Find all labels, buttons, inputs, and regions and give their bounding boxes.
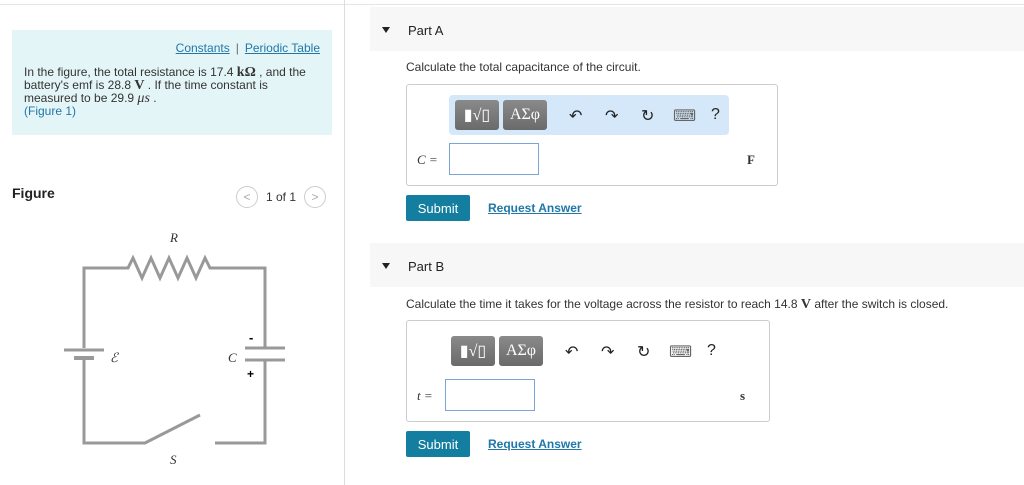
math-toolbar: ▮√▯ ΑΣφ ↶ ↷ ↻ ⌨ ? [449, 331, 729, 371]
text: after the switch is closed. [811, 297, 949, 311]
part-b-answer-box: ▮√▯ ΑΣφ ↶ ↷ ↻ ⌨ ? t = s [406, 320, 770, 422]
top-wire [82, 254, 267, 348]
part-b-submit-button[interactable]: Submit [406, 431, 470, 457]
templates-button[interactable]: ▮√▯ [455, 100, 499, 130]
reset-icon[interactable]: ↻ [641, 106, 654, 126]
problem-text: In the figure, the total resistance is 1… [24, 66, 324, 118]
resource-links: Constants | Periodic Table [176, 41, 320, 55]
redo-icon[interactable]: ↷ [601, 342, 614, 362]
greek-button[interactable]: ΑΣφ [503, 100, 547, 130]
reset-icon[interactable]: ↻ [637, 342, 650, 362]
capacitor-label: C [228, 350, 237, 365]
figure-link[interactable]: (Figure 1) [24, 104, 76, 118]
part-b-question: Calculate the time it takes for the volt… [406, 297, 948, 313]
undo-icon[interactable]: ↶ [565, 342, 578, 362]
part-a-submit-button[interactable]: Submit [406, 195, 470, 221]
undo-icon[interactable]: ↶ [569, 106, 582, 126]
left-panel: Constants | Periodic Table In the figure, … [0, 0, 345, 485]
figure-title: Figure [12, 185, 55, 201]
help-icon[interactable]: ? [707, 342, 716, 360]
emf-label: ℰ [110, 350, 119, 365]
separator: | [235, 41, 239, 55]
redo-icon[interactable]: ↷ [605, 106, 618, 126]
plus-sign: + [247, 367, 254, 381]
unit-label: F [747, 152, 755, 167]
greek-button[interactable]: ΑΣφ [499, 336, 543, 366]
part-a-answer-box: ▮√▯ ΑΣφ ↶ ↷ ↻ ⌨ ? C = F [406, 84, 778, 186]
collapse-icon [382, 27, 390, 33]
help-icon[interactable]: ? [711, 106, 720, 124]
part-b-request-answer-link[interactable]: Request Answer [488, 437, 582, 451]
unit-label: s [740, 388, 746, 403]
unit: V [800, 297, 811, 312]
switch-label: S [170, 452, 177, 467]
part-a-request-answer-link[interactable]: Request Answer [488, 201, 582, 215]
next-figure-button[interactable]: > [304, 186, 327, 208]
part-title: Part A [408, 23, 444, 38]
right-wire-bottom [215, 360, 267, 445]
minus-sign: - [249, 330, 253, 345]
problem-statement: Constants | Periodic Table In the figure, … [12, 30, 332, 135]
unit: μs [137, 91, 150, 106]
figure-pager: < 1 of 1 > [236, 186, 327, 208]
part-a-header[interactable]: Part A [370, 7, 1024, 51]
math-toolbar: ▮√▯ ΑΣφ ↶ ↷ ↻ ⌨ ? [449, 95, 729, 135]
constants-link[interactable]: Constants [176, 41, 230, 55]
part-a-question: Calculate the total capacitance of the c… [406, 60, 641, 74]
variable-label: t = [417, 388, 433, 403]
keyboard-icon[interactable]: ⌨ [669, 342, 692, 362]
variable-label: C = [417, 152, 438, 167]
keyboard-icon[interactable]: ⌨ [673, 106, 696, 126]
text: . [149, 91, 157, 105]
collapse-icon [382, 263, 390, 269]
part-title: Part B [408, 259, 445, 274]
prev-figure-button[interactable]: < [236, 186, 258, 208]
resistor-label: R [169, 230, 178, 245]
text: Calculate the time it takes for the volt… [406, 297, 801, 311]
periodic-table-link[interactable]: Periodic Table [245, 41, 320, 55]
capacitance-input[interactable] [449, 143, 539, 175]
text: In the figure, the total resistance is 1… [24, 65, 237, 79]
part-b-header[interactable]: Part B [370, 243, 1024, 287]
circuit-diagram: R ℰ C S - + [64, 230, 285, 467]
pager-label: 1 of 1 [266, 190, 297, 204]
time-input[interactable] [445, 379, 535, 411]
templates-button[interactable]: ▮√▯ [451, 336, 495, 366]
left-wire-bottom [82, 360, 201, 445]
